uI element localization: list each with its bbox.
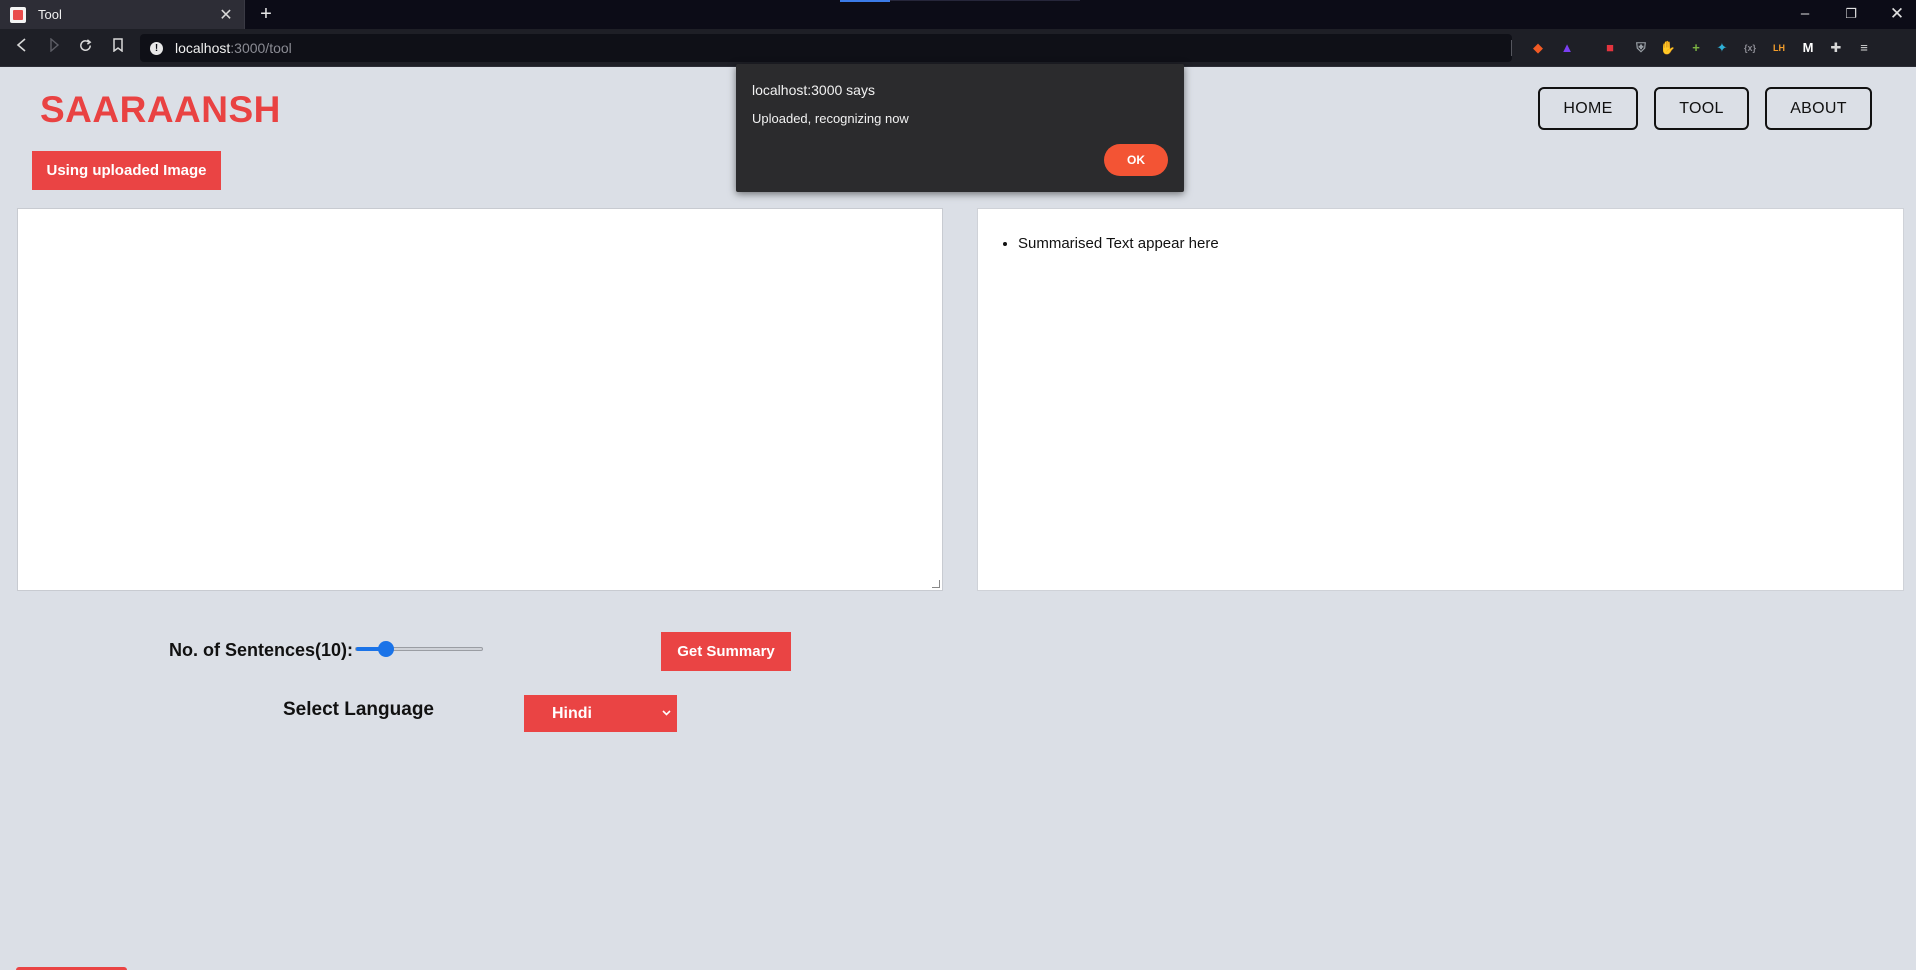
lighthouse-icon[interactable]: LH	[1770, 39, 1788, 57]
summary-output: Summarised Text appear here	[977, 208, 1904, 591]
list-item: Summarised Text appear here	[1018, 235, 1903, 252]
language-label: Select Language	[283, 699, 434, 720]
nav-about-button[interactable]: ABOUT	[1765, 87, 1872, 130]
stop-sign-icon[interactable]: ✋	[1659, 39, 1677, 57]
maximize-button[interactable]: ❐	[1828, 0, 1874, 29]
browser-tab[interactable]: Tool ✕	[0, 0, 245, 29]
sentences-slider[interactable]	[355, 641, 483, 657]
site-info-icon[interactable]: !	[150, 41, 163, 55]
sparkle-icon[interactable]: ✦	[1713, 39, 1731, 57]
reload-icon[interactable]	[74, 37, 96, 59]
favicon-icon	[10, 6, 26, 23]
dialog-ok-button[interactable]: OK	[1104, 144, 1168, 176]
input-textarea[interactable]	[17, 208, 943, 591]
bookmark-icon[interactable]	[107, 37, 129, 59]
tab-bar: Tool ✕ + – ❐ ✕	[0, 0, 1916, 29]
loading-strip-track	[890, 0, 1080, 1]
braces-icon[interactable]: {x}	[1741, 39, 1759, 57]
dialog-title: localhost:3000 says	[752, 82, 875, 98]
tab-close-icon[interactable]: ✕	[218, 5, 234, 25]
address-bar-separator	[1511, 40, 1512, 56]
summary-list: Summarised Text appear here	[1018, 235, 1903, 252]
address-bar[interactable]: ! localhost:3000/tool	[140, 34, 1512, 62]
resize-handle-icon[interactable]	[932, 580, 940, 588]
new-tab-button[interactable]: +	[255, 3, 277, 25]
chevron-down-icon	[662, 695, 671, 748]
minimize-button[interactable]: –	[1782, 0, 1828, 29]
slider-thumb[interactable]	[377, 641, 394, 657]
forward-icon[interactable]	[43, 37, 65, 59]
back-icon[interactable]	[11, 37, 33, 59]
page-body: SAARAANSH HOME TOOL ABOUT Using uploaded…	[0, 67, 1916, 970]
plus-green-icon[interactable]: +	[1687, 39, 1705, 57]
get-summary-button[interactable]: Get Summary	[661, 632, 791, 671]
m-extension-icon[interactable]: M	[1799, 39, 1817, 57]
brand-logo[interactable]: SAARAANSH	[40, 89, 281, 131]
upload-image-button[interactable]: Using uploaded Image	[32, 151, 221, 190]
dialog-message: Uploaded, recognizing now	[752, 111, 909, 126]
nav-tool-button[interactable]: TOOL	[1654, 87, 1749, 130]
alert-dialog: localhost:3000 says Uploaded, recognizin…	[736, 64, 1184, 192]
close-window-button[interactable]: ✕	[1874, 0, 1916, 29]
language-select[interactable]: Hindi	[524, 695, 677, 732]
loading-strip	[840, 0, 890, 2]
shield-grey-icon[interactable]: ⛨	[1632, 39, 1650, 57]
puzzle-icon[interactable]: ✚	[1827, 39, 1845, 57]
language-selected: Hindi	[552, 705, 592, 722]
brave-shield-icon[interactable]: ◆	[1529, 39, 1547, 57]
menu-icon[interactable]: ≡	[1855, 39, 1873, 57]
sentences-label: No. of Sentences(10):	[169, 640, 354, 660]
tab-title: Tool	[38, 7, 62, 22]
nav-home-button[interactable]: HOME	[1538, 87, 1638, 130]
brave-rewards-icon[interactable]: ▲	[1558, 39, 1576, 57]
extension-red-icon[interactable]: ■	[1601, 39, 1619, 57]
url-path: :3000/tool	[230, 40, 292, 56]
url-host: localhost	[175, 40, 231, 56]
browser-toolbar: ! localhost:3000/tool	[0, 29, 1916, 67]
